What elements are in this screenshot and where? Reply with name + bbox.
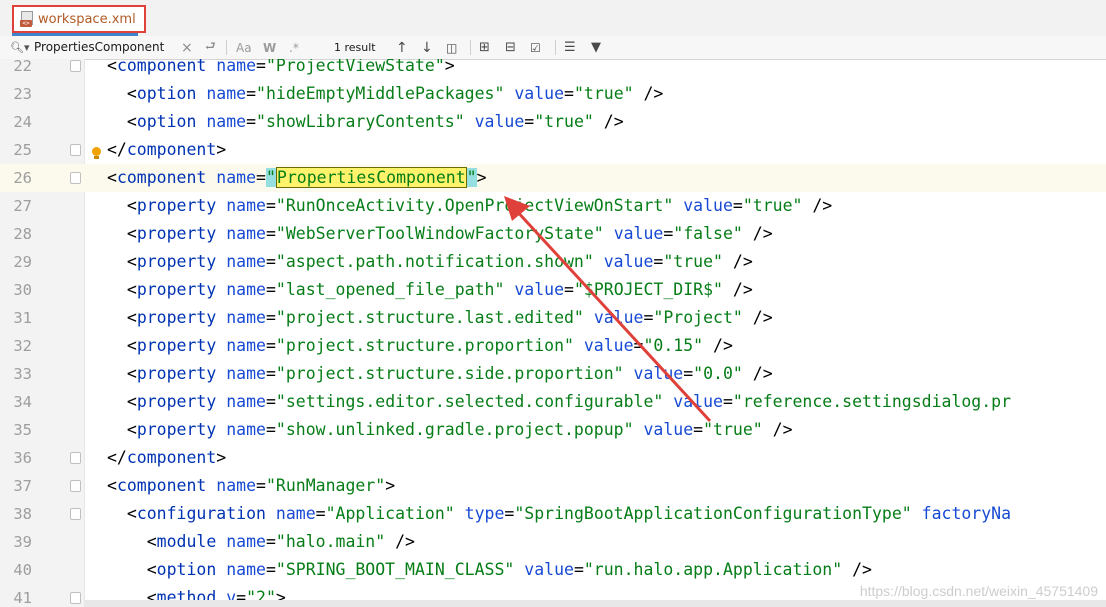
annotation-arrow-icon — [504, 196, 712, 423]
